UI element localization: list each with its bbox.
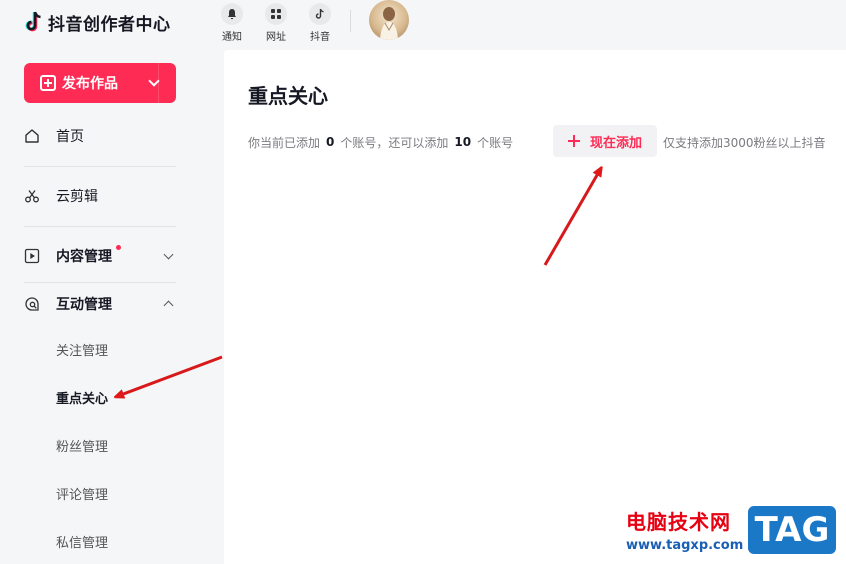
chat-search-icon xyxy=(24,296,40,312)
sidebar-subitem-messages[interactable]: 私信管理 xyxy=(56,532,108,552)
avatar-figure-icon xyxy=(380,7,398,40)
sidebar-item-cloud-edit[interactable]: 云剪辑 xyxy=(24,182,176,210)
remaining-count: 10 xyxy=(454,135,472,149)
added-count: 0 xyxy=(326,135,335,149)
sidebar-divider xyxy=(24,166,176,167)
scissors-icon xyxy=(24,188,40,204)
publish-button[interactable]: 发布作品 xyxy=(24,63,176,103)
douyin-button[interactable]: 抖音 xyxy=(302,3,338,43)
douyin-note-icon xyxy=(25,11,41,32)
watermark-site-name: 电脑技术网 xyxy=(626,510,731,534)
bell-icon xyxy=(221,3,243,25)
follower-requirement-hint: 仅支持添加3000粉丝以上抖音 xyxy=(663,136,826,150)
add-now-label: 现在添加 xyxy=(589,135,642,151)
douyin-icon xyxy=(309,3,331,25)
home-icon xyxy=(24,128,40,144)
notification-dot xyxy=(116,245,121,250)
topbar-divider xyxy=(350,10,351,32)
sidebar-item-label: 首页 xyxy=(56,129,84,145)
sidebar: 抖音创作者中心 发布作品 首页 云剪辑 内容管理 互动管理 关注管理 重点关心 … xyxy=(0,0,200,564)
sidebar-subitem-follow[interactable]: 关注管理 xyxy=(56,340,108,360)
site-watermark: 电脑技术网 www.tagxp.com TAG xyxy=(626,506,841,558)
plus-icon xyxy=(567,135,580,147)
info-prefix: 你当前已添加 xyxy=(248,135,321,150)
add-now-button[interactable]: 现在添加 xyxy=(553,125,657,157)
sidebar-item-label: 云剪辑 xyxy=(56,189,98,205)
play-square-icon xyxy=(24,248,40,264)
add-square-icon xyxy=(40,75,56,91)
info-suffix: 个账号 xyxy=(477,135,514,150)
sites-button[interactable]: 网址 xyxy=(258,3,294,43)
watermark-badge: TAG xyxy=(748,506,836,554)
sidebar-item-home[interactable]: 首页 xyxy=(24,122,176,150)
sites-label: 网址 xyxy=(266,32,286,43)
notification-button[interactable]: 通知 xyxy=(214,3,250,43)
publish-divider xyxy=(158,63,159,103)
sidebar-subitem-comments[interactable]: 评论管理 xyxy=(56,484,108,504)
info-middle: 个账号，还可以添加 xyxy=(340,135,449,150)
sidebar-item-label: 互动管理 xyxy=(56,297,112,313)
notification-label: 通知 xyxy=(222,32,242,43)
sidebar-divider xyxy=(24,282,176,283)
chevron-down-icon xyxy=(163,249,174,260)
sidebar-divider xyxy=(24,226,176,227)
app-name: 抖音创作者中心 xyxy=(48,14,171,35)
chevron-up-icon xyxy=(163,300,174,311)
page-title: 重点关心 xyxy=(248,84,328,108)
grid-icon xyxy=(265,3,287,25)
sidebar-item-content[interactable]: 内容管理 xyxy=(24,242,176,270)
avatar[interactable] xyxy=(369,0,409,40)
watermark-url: www.tagxp.com xyxy=(626,538,744,553)
sidebar-subitem-fans[interactable]: 粉丝管理 xyxy=(56,436,108,456)
publish-label: 发布作品 xyxy=(62,76,118,92)
app-logo[interactable]: 抖音创作者中心 xyxy=(24,8,171,36)
sidebar-item-label: 内容管理 xyxy=(56,249,112,265)
main-panel: 重点关心 你当前已添加 0 个账号，还可以添加 10 个账号 现在添加 仅支持添… xyxy=(224,50,846,564)
douyin-label: 抖音 xyxy=(310,32,330,43)
sidebar-item-interaction[interactable]: 互动管理 xyxy=(24,290,176,318)
sidebar-subitem-key-care[interactable]: 重点关心 xyxy=(56,388,108,408)
top-bar: 通知 网址 抖音 xyxy=(200,0,846,48)
